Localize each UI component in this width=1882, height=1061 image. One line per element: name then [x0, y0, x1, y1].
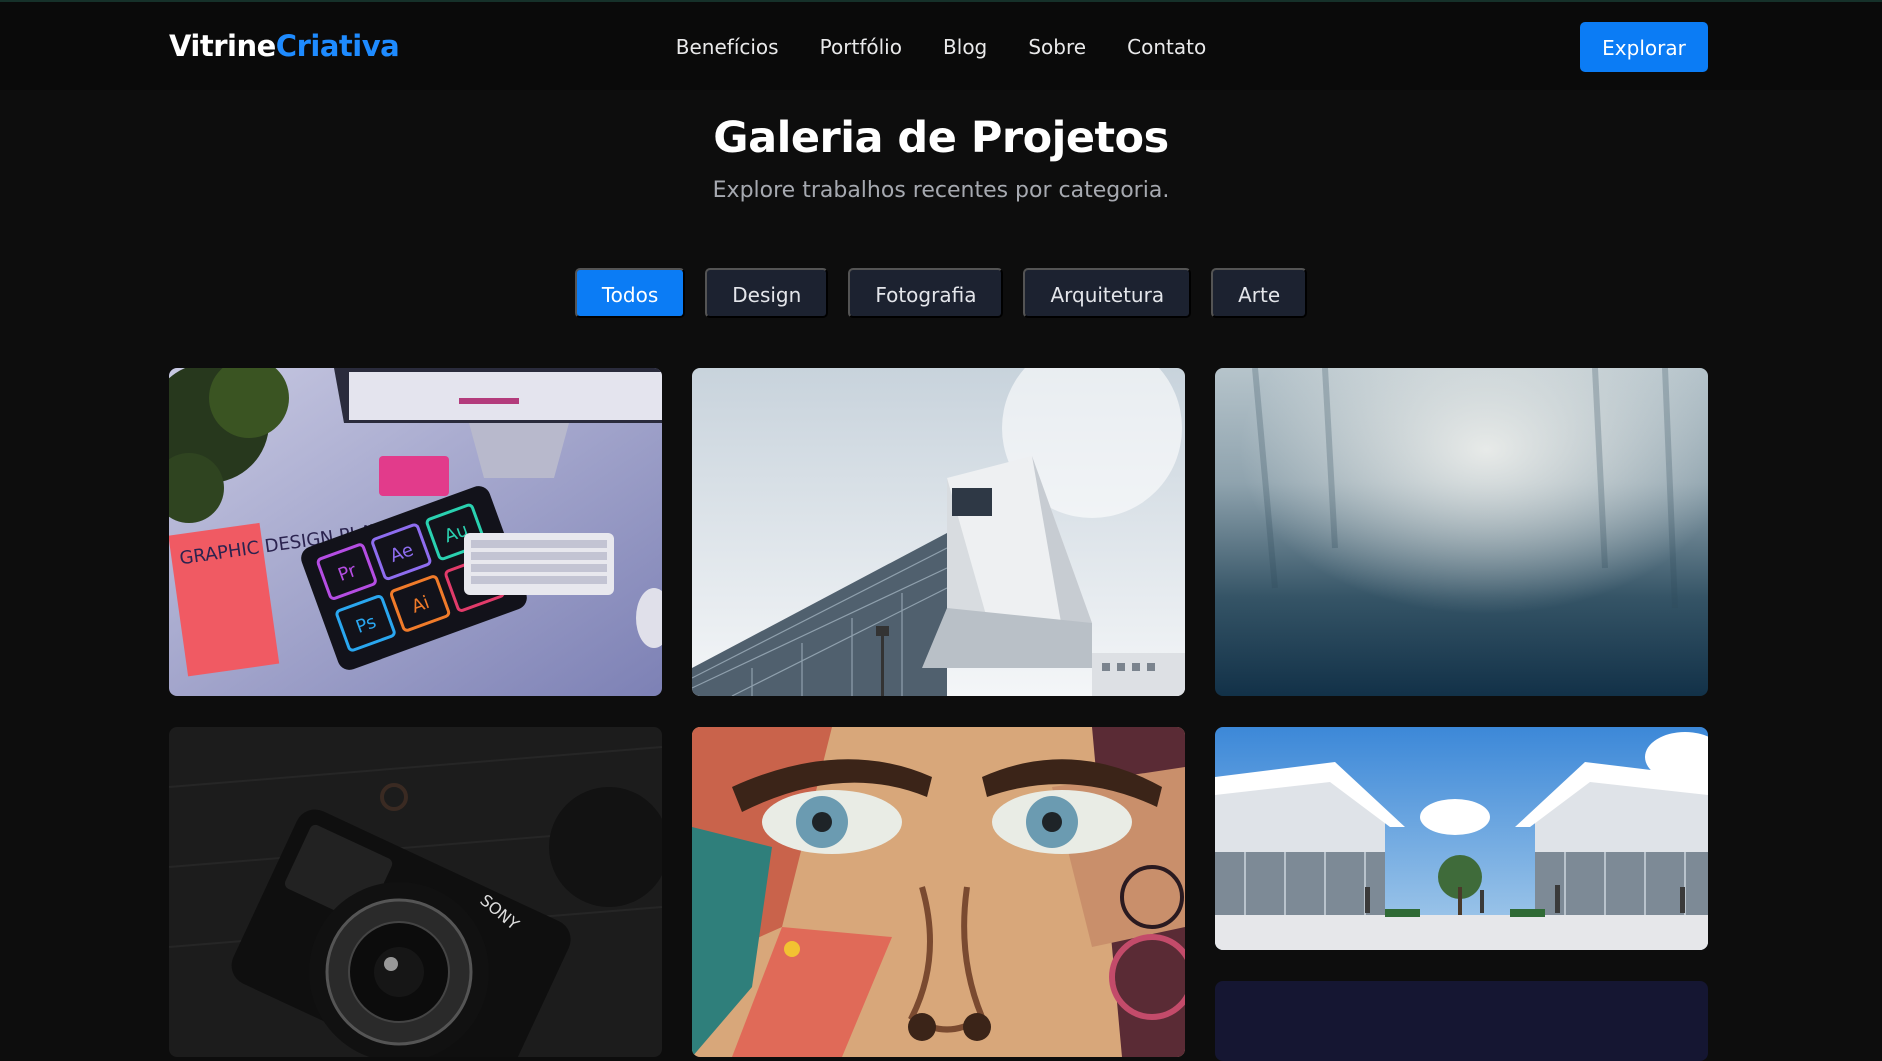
gallery-card-architecture-render[interactable] — [1215, 727, 1708, 950]
explore-button[interactable]: Explorar — [1580, 22, 1708, 72]
category-filter-bar: Todos Design Fotografia Arquitetura Arte — [0, 268, 1882, 318]
nav-link-portfolio[interactable]: Portfólio — [820, 33, 902, 61]
camera-image: SONY — [169, 727, 662, 1057]
filter-fotografia[interactable]: Fotografia — [848, 268, 1004, 318]
brand-name-part-2: Criativa — [275, 29, 400, 63]
building-image — [692, 368, 1185, 696]
filter-todos[interactable]: Todos — [574, 268, 686, 318]
gallery-card-dark[interactable] — [1215, 981, 1708, 1061]
nav-link-blog[interactable]: Blog — [943, 33, 987, 61]
nav-link-contato[interactable]: Contato — [1127, 33, 1206, 61]
filter-design[interactable]: Design — [705, 268, 829, 318]
desk-image: GRAPHIC DESIGN PLAY BOOK Pr Ae Au Ps Ai … — [169, 368, 662, 696]
filter-arquitetura[interactable]: Arquitetura — [1023, 268, 1192, 318]
mall-render-image — [1215, 727, 1708, 950]
brand-name-part-1: Vitrine — [169, 29, 276, 63]
brand-logo[interactable]: VitrineCriativa — [169, 26, 400, 66]
nav-link-beneficios[interactable]: Benefícios — [676, 33, 779, 61]
nav-link-sobre[interactable]: Sobre — [1028, 33, 1086, 61]
gallery-card-design-desk[interactable]: GRAPHIC DESIGN PLAY BOOK Pr Ae Au Ps Ai … — [169, 368, 662, 696]
gallery-card-modern-building[interactable] — [692, 368, 1185, 696]
page-title: Galeria de Projetos — [713, 113, 1169, 163]
page-subtitle: Explore trabalhos recentes por categoria… — [712, 178, 1170, 203]
gallery-card-camera[interactable]: SONY — [169, 727, 662, 1057]
mist-image — [1215, 368, 1708, 696]
mural-image — [692, 727, 1185, 1057]
gallery-card-street-art[interactable] — [692, 727, 1185, 1057]
top-navigation-bar: VitrineCriativa Benefícios Portfólio Blo… — [0, 0, 1882, 90]
gallery-card-misty-abstract[interactable] — [1215, 368, 1708, 696]
filter-arte[interactable]: Arte — [1211, 268, 1308, 318]
